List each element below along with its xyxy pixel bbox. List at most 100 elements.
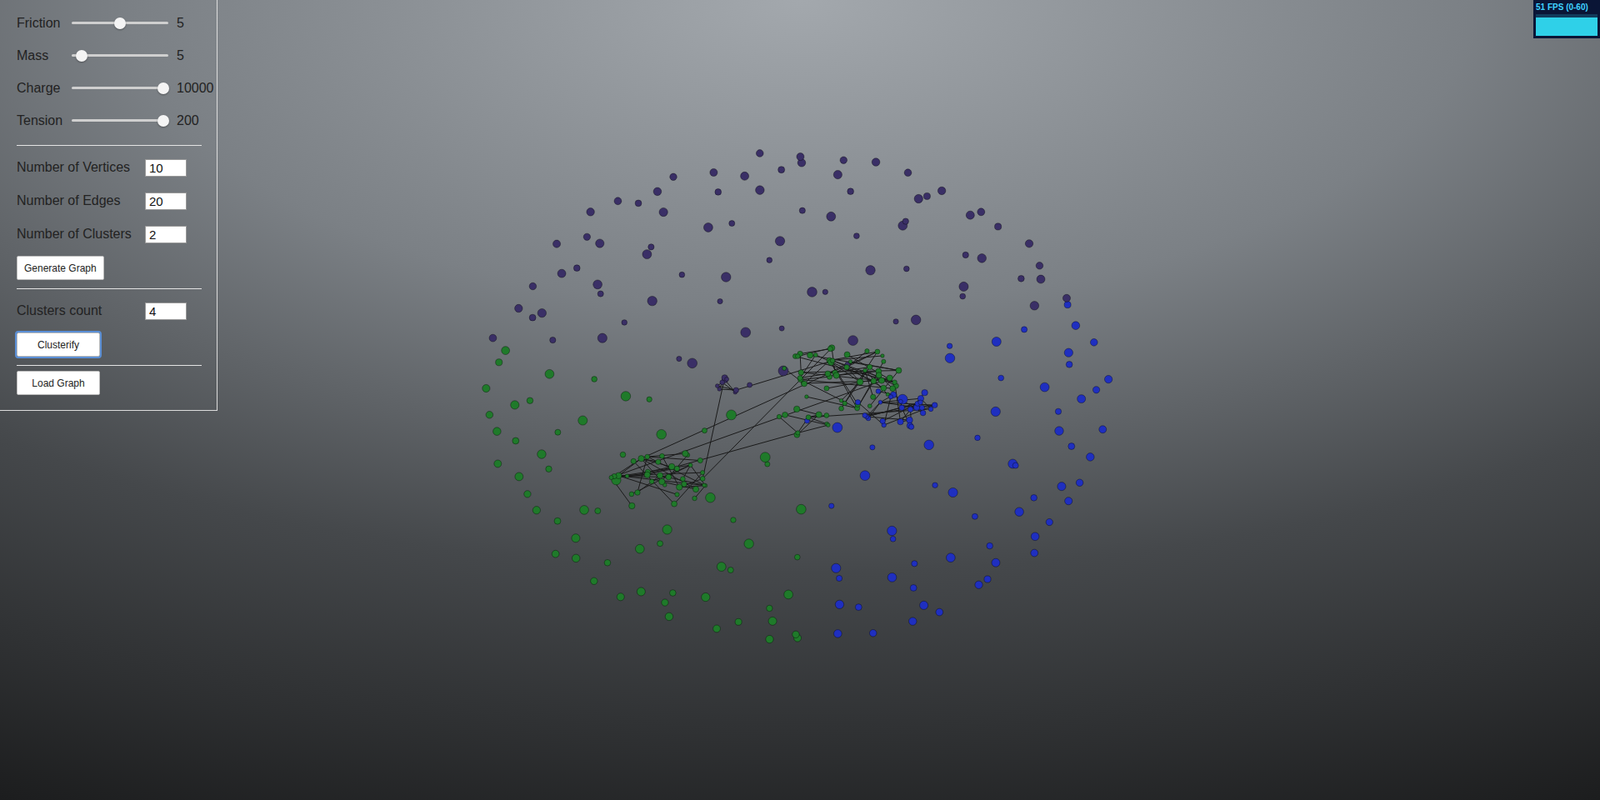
graph-node[interactable]: [875, 389, 881, 395]
graph-node[interactable]: [670, 590, 677, 597]
graph-node[interactable]: [1099, 425, 1107, 434]
graph-node[interactable]: [571, 534, 580, 543]
graph-node[interactable]: [907, 406, 913, 412]
clusterify-button[interactable]: Clusterify: [16, 332, 100, 357]
graph-node[interactable]: [928, 406, 934, 412]
graph-node[interactable]: [986, 542, 994, 550]
graph-node[interactable]: [1012, 462, 1019, 469]
graph-node[interactable]: [702, 483, 707, 488]
graph-node[interactable]: [863, 368, 868, 373]
graph-node[interactable]: [965, 210, 975, 220]
graph-node[interactable]: [1015, 507, 1025, 517]
graph-node[interactable]: [835, 600, 844, 609]
graph-node[interactable]: [899, 405, 905, 410]
graph-node[interactable]: [646, 396, 652, 402]
graph-node[interactable]: [1077, 395, 1086, 404]
graph-node[interactable]: [700, 475, 705, 481]
graph-node[interactable]: [991, 336, 1001, 346]
graph-node[interactable]: [760, 452, 770, 463]
graph-node[interactable]: [532, 506, 540, 515]
graph-node[interactable]: [765, 635, 774, 643]
graph-node[interactable]: [870, 378, 877, 385]
graph-node[interactable]: [670, 173, 677, 180]
graph-node[interactable]: [679, 271, 685, 278]
graph-node[interactable]: [799, 207, 805, 214]
graph-node[interactable]: [826, 211, 836, 221]
graph-node[interactable]: [796, 504, 807, 515]
graph-node[interactable]: [931, 402, 938, 409]
graph-node[interactable]: [740, 327, 751, 338]
graph-node[interactable]: [855, 604, 862, 611]
slider[interactable]: [71, 54, 169, 57]
graph-node[interactable]: [555, 429, 561, 435]
graph-node[interactable]: [1045, 518, 1053, 525]
graph-node[interactable]: [1086, 453, 1095, 462]
graph-node[interactable]: [870, 394, 876, 400]
graph-node[interactable]: [485, 410, 494, 419]
graph-node[interactable]: [865, 265, 875, 275]
graph-node[interactable]: [796, 153, 805, 161]
graph-node[interactable]: [903, 265, 910, 272]
graph-node[interactable]: [990, 406, 1000, 416]
graph-node[interactable]: [824, 413, 830, 419]
graph-node[interactable]: [945, 353, 955, 364]
graph-node[interactable]: [597, 290, 604, 297]
graph-node[interactable]: [860, 470, 870, 481]
graph-node[interactable]: [902, 218, 909, 225]
graph-node[interactable]: [825, 423, 830, 428]
graph-node[interactable]: [784, 590, 794, 600]
graph-node[interactable]: [895, 367, 902, 374]
graph-node[interactable]: [766, 257, 773, 264]
graph-node[interactable]: [524, 490, 531, 498]
graph-node[interactable]: [636, 587, 645, 596]
graph-node[interactable]: [1035, 262, 1044, 270]
graph-node[interactable]: [897, 394, 908, 405]
graph-node[interactable]: [675, 492, 680, 497]
graph-node[interactable]: [597, 333, 607, 343]
graph-node[interactable]: [833, 372, 840, 379]
graph-node[interactable]: [692, 485, 699, 492]
graph-node[interactable]: [710, 168, 718, 176]
graph-node[interactable]: [680, 476, 685, 482]
graph-node[interactable]: [557, 269, 566, 278]
number-input[interactable]: 20: [145, 192, 187, 210]
graph-node[interactable]: [551, 550, 560, 558]
graph-node[interactable]: [824, 385, 830, 391]
graph-node[interactable]: [836, 575, 843, 581]
graph-node[interactable]: [1030, 494, 1038, 501]
graph-node[interactable]: [886, 375, 893, 381]
graph-node[interactable]: [1040, 382, 1050, 392]
graph-node[interactable]: [919, 405, 925, 410]
graph-node[interactable]: [665, 474, 672, 480]
graph-node[interactable]: [1071, 321, 1080, 330]
graph-node[interactable]: [827, 346, 833, 352]
graph-node[interactable]: [661, 599, 669, 606]
graph-node[interactable]: [1036, 275, 1045, 284]
slider[interactable]: [71, 21, 169, 25]
graph-node[interactable]: [782, 411, 789, 418]
graph-node[interactable]: [897, 418, 904, 425]
graph-node[interactable]: [682, 450, 689, 457]
graph-node[interactable]: [537, 308, 546, 317]
graph-node[interactable]: [1055, 408, 1061, 415]
graph-node[interactable]: [687, 358, 698, 369]
graph-node[interactable]: [715, 189, 722, 196]
graph-node[interactable]: [920, 410, 926, 416]
graph-node[interactable]: [578, 415, 588, 425]
graph-node[interactable]: [795, 430, 800, 435]
graph-node[interactable]: [839, 405, 845, 411]
graph-node[interactable]: [635, 490, 640, 495]
graph-node[interactable]: [880, 385, 887, 391]
graph-node[interactable]: [1062, 294, 1070, 302]
graph-node[interactable]: [733, 387, 739, 393]
graph-node[interactable]: [866, 364, 872, 370]
graph-node[interactable]: [645, 454, 650, 460]
graph-node[interactable]: [620, 451, 626, 458]
graph-node[interactable]: [489, 334, 497, 342]
graph-node[interactable]: [880, 418, 885, 424]
graph-node[interactable]: [829, 503, 835, 509]
graph-node[interactable]: [604, 559, 611, 566]
graph-node[interactable]: [715, 384, 720, 389]
graph-node[interactable]: [1030, 532, 1040, 541]
graph-node[interactable]: [890, 535, 896, 542]
